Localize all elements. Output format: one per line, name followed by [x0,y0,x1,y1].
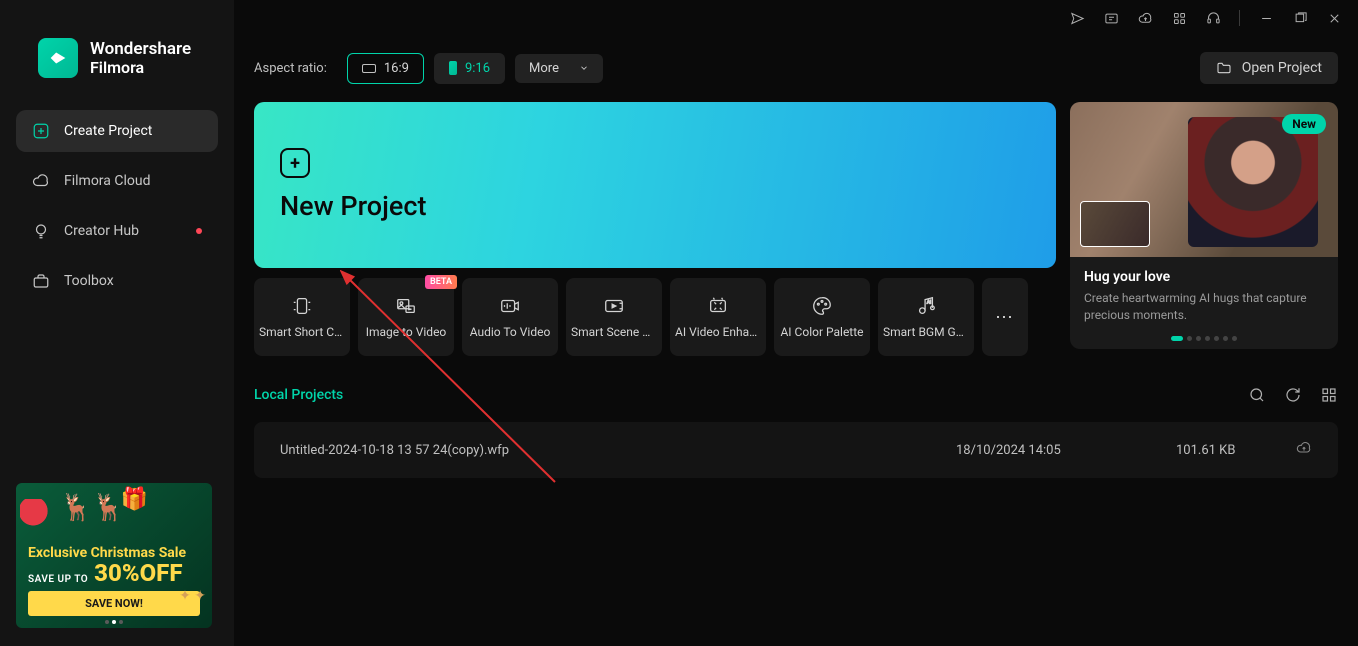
minimize-icon[interactable] [1258,10,1274,26]
create-icon [32,122,50,140]
sidebar-item-label: Toolbox [64,273,114,289]
scene-cut-icon [601,295,627,317]
promo-save-line: SAVE UP TO [28,574,88,585]
tool-smart-short-clip[interactable]: Smart Short Cli... [254,278,350,356]
main-area: Aspect ratio: 16:9 9:16 More Open Projec… [234,0,1358,646]
logo-line2: Filmora [90,59,191,77]
feature-desc: Create heartwarming AI hugs that capture… [1084,290,1324,322]
apps-icon[interactable] [1171,10,1187,26]
tool-label: AI Video Enhan... [675,325,761,339]
feature-image: New [1070,102,1338,257]
maximize-icon[interactable] [1292,10,1308,26]
feature-card[interactable]: New Hug your love Create heartwarming AI… [1070,102,1338,349]
tool-smart-bgm[interactable]: AI Smart BGM Ge... [878,278,974,356]
portrait-icon [449,61,457,75]
logo-line1: Wondershare [90,40,191,59]
toolbox-icon [32,272,50,290]
ratio-label: 16:9 [384,61,409,76]
refresh-icon[interactable] [1284,386,1302,404]
project-size: 101.61 KB [1176,443,1296,458]
tool-smart-scene-cut[interactable]: Smart Scene Cut [566,278,662,356]
landscape-icon [362,64,376,73]
bulb-icon [32,222,50,240]
promo-pager-dots [105,620,123,624]
logo-text: Wondershare Filmora [90,40,191,76]
cloud-icon [32,172,50,190]
open-project-label: Open Project [1242,60,1322,76]
titlebar-separator [1239,10,1240,26]
sidebar-item-toolbox[interactable]: Toolbox [16,260,218,302]
project-row[interactable]: Untitled-2024-10-18 13 57 24(copy).wfp 1… [254,422,1338,478]
enhance-icon [705,295,731,317]
tool-label: Smart BGM Ge... [883,325,969,339]
search-icon[interactable] [1248,386,1266,404]
more-label: More [529,61,559,76]
logo-mark [38,38,78,78]
tool-label: Smart Short Cli... [259,325,345,339]
sidebar-item-creator-hub[interactable]: Creator Hub [16,210,218,252]
feature-title: Hug your love [1084,269,1324,285]
sidebar: Wondershare Filmora Create Project Filmo… [0,0,234,646]
sidebar-item-label: Create Project [64,123,152,139]
feature-pager-dots[interactable] [1070,336,1338,349]
folder-icon [1216,60,1232,76]
aspect-ratio-toolbar: Aspect ratio: 16:9 9:16 More Open Projec… [234,36,1358,102]
local-projects-title: Local Projects [254,387,343,403]
tool-label: Audio To Video [470,325,551,339]
sidebar-item-create-project[interactable]: Create Project [16,110,218,152]
promo-art: 🦌🦌🎁 [20,487,208,537]
tool-ai-color-palette[interactable]: AI Color Palette [774,278,870,356]
tool-label: Smart Scene Cut [571,325,657,339]
beta-badge: BETA [425,275,457,289]
ratio-label: 9:16 [465,61,490,76]
grid-view-icon[interactable] [1320,386,1338,404]
chevron-down-icon [579,63,589,73]
message-icon[interactable] [1103,10,1119,26]
tools-row: Smart Short Cli... BETA Image to Video A… [254,278,1056,356]
cloud-sync-icon[interactable] [1296,440,1312,460]
support-icon[interactable] [1205,10,1221,26]
local-projects-list: Untitled-2024-10-18 13 57 24(copy).wfp 1… [234,414,1358,486]
new-project-card[interactable]: + New Project [254,102,1056,268]
tool-label: Image to Video [366,325,447,339]
svg-text:AI: AI [927,299,931,305]
sidebar-nav: Create Project Filmora Cloud Creator Hub… [0,110,234,302]
ratio-9-16-button[interactable]: 9:16 [434,53,505,84]
aspect-ratio-label: Aspect ratio: [254,61,327,76]
project-date: 18/10/2024 14:05 [956,443,1176,458]
audio-video-icon [497,295,523,317]
sidebar-item-filmora-cloud[interactable]: Filmora Cloud [16,160,218,202]
promo-banner[interactable]: 🦌🦌🎁 Exclusive Christmas Sale SAVE UP TO … [16,483,212,628]
ratio-16-9-button[interactable]: 16:9 [347,53,424,84]
promo-percent: 30%OFF [94,561,182,585]
tool-image-to-video[interactable]: BETA Image to Video [358,278,454,356]
new-project-label: New Project [280,190,1030,222]
clip-icon [289,295,315,317]
tool-audio-to-video[interactable]: Audio To Video [462,278,558,356]
tool-label: AI Color Palette [780,325,863,339]
notification-dot-icon [196,228,202,234]
promo-cta-button[interactable]: SAVE NOW! [28,591,200,616]
titlebar [234,0,1358,36]
send-icon[interactable] [1069,10,1085,26]
image-video-icon [393,295,419,317]
open-project-button[interactable]: Open Project [1200,52,1338,84]
sidebar-item-label: Filmora Cloud [64,173,150,189]
bgm-icon: AI [913,295,939,317]
sidebar-item-label: Creator Hub [64,223,139,239]
new-pill: New [1282,114,1326,134]
palette-icon [809,295,835,317]
cloud-upload-icon[interactable] [1137,10,1153,26]
close-icon[interactable] [1326,10,1342,26]
ratio-more-button[interactable]: More [515,54,603,83]
local-projects-header: Local Projects [234,356,1358,414]
tools-more-button[interactable]: ⋯ [982,278,1028,356]
tool-ai-video-enhance[interactable]: AI Video Enhan... [670,278,766,356]
project-name: Untitled-2024-10-18 13 57 24(copy).wfp [280,443,956,458]
app-logo[interactable]: Wondershare Filmora [0,8,234,110]
plus-square-icon: + [280,148,310,178]
